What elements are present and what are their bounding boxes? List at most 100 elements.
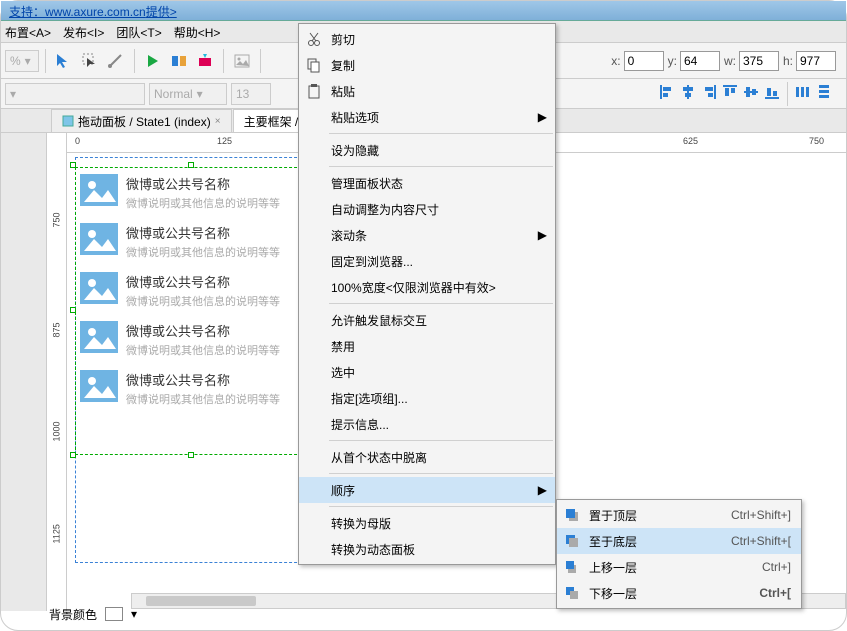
scrollbar-thumb[interactable] xyxy=(146,596,256,606)
ruler-tick: 0 xyxy=(75,136,80,146)
list-item[interactable]: 微博或公共号名称微博说明或其他信息的说明等等 xyxy=(76,364,306,413)
menu-item[interactable]: 粘贴选项▶ xyxy=(299,104,555,130)
align-left-icon[interactable] xyxy=(657,82,677,102)
distribute-h-icon[interactable] xyxy=(793,82,813,102)
menu-item-label: 转换为母版 xyxy=(331,515,391,532)
align-top-icon[interactable] xyxy=(720,82,740,102)
menu-item[interactable]: 复制 xyxy=(299,52,555,78)
thumbnail-icon xyxy=(80,321,118,353)
list-item[interactable]: 微博或公共号名称微博说明或其他信息的说明等等 xyxy=(76,315,306,364)
item-desc: 微博说明或其他信息的说明等等 xyxy=(126,244,280,260)
menu-item-label: 复制 xyxy=(331,57,355,74)
menu-team[interactable]: 团队<T> xyxy=(116,24,161,39)
menu-item[interactable]: 转换为母版 xyxy=(299,510,555,536)
ruler-tick: 625 xyxy=(683,136,698,146)
menu-item[interactable]: 允许触发鼠标交互 xyxy=(299,307,555,333)
connector-tool-icon[interactable] xyxy=(104,49,128,73)
menu-item[interactable]: 滚动条▶ xyxy=(299,222,555,248)
menu-separator xyxy=(329,166,553,167)
menu-item-label: 剪切 xyxy=(331,31,355,48)
menu-item[interactable]: 固定到浏览器... xyxy=(299,248,555,274)
menu-item[interactable]: 指定[选项组]... xyxy=(299,385,555,411)
menu-item-label: 转换为动态面板 xyxy=(331,541,415,558)
list-item[interactable]: 微博或公共号名称微博说明或其他信息的说明等等 xyxy=(76,266,306,315)
menu-item[interactable]: 粘贴 xyxy=(299,78,555,104)
menu-item[interactable]: 提示信息... xyxy=(299,411,555,437)
menu-publish[interactable]: 发布<I> xyxy=(63,24,104,39)
size-dropdown[interactable]: 13 xyxy=(231,83,271,105)
menu-item[interactable]: 从首个状态中脱离 xyxy=(299,444,555,470)
menu-item[interactable]: 剪切 xyxy=(299,26,555,52)
menu-item[interactable]: 顺序▶ xyxy=(299,477,555,503)
menu-item-label: 设为隐藏 xyxy=(331,142,379,159)
list-item[interactable]: 微博或公共号名称微博说明或其他信息的说明等等 xyxy=(76,217,306,266)
align-middle-icon[interactable] xyxy=(741,82,761,102)
selection-box[interactable]: 微博或公共号名称微博说明或其他信息的说明等等微博或公共号名称微博说明或其他信息的… xyxy=(75,167,307,455)
title-link[interactable]: www.axure.com.cn xyxy=(45,5,146,19)
h-label: h: xyxy=(783,54,793,68)
vertical-ruler: 75087510001125 xyxy=(47,133,67,611)
bgcolor-swatch[interactable] xyxy=(105,607,123,621)
menu-item[interactable]: 管理面板状态 xyxy=(299,170,555,196)
submenu-item[interactable]: 置于顶层Ctrl+Shift+] xyxy=(557,502,801,528)
h-input[interactable] xyxy=(796,51,836,71)
menu-item[interactable]: 设为隐藏 xyxy=(299,137,555,163)
select-tool-icon[interactable] xyxy=(52,49,76,73)
preview-icon[interactable] xyxy=(141,49,165,73)
close-icon[interactable]: × xyxy=(215,116,221,127)
order-submenu: 置于顶层Ctrl+Shift+]至于底层Ctrl+Shift+[上移一层Ctrl… xyxy=(556,499,802,609)
menu-help[interactable]: 帮助<H> xyxy=(174,24,221,39)
menu-item-label: 从首个状态中脱离 xyxy=(331,449,427,466)
share-icon[interactable] xyxy=(167,49,191,73)
submenu-arrow-icon: ▶ xyxy=(538,483,547,497)
w-input[interactable] xyxy=(739,51,779,71)
menu-item[interactable]: 自动调整为内容尺寸 xyxy=(299,196,555,222)
list-item[interactable]: 微博或公共号名称微博说明或其他信息的说明等等 xyxy=(76,168,306,217)
submenu-item[interactable]: 至于底层Ctrl+Shift+[ xyxy=(557,528,801,554)
copy-icon xyxy=(305,56,323,74)
font-dropdown[interactable]: ▾ xyxy=(5,83,145,105)
x-input[interactable] xyxy=(624,51,664,71)
menu-separator xyxy=(329,303,553,304)
menu-arrange[interactable]: 布置<A> xyxy=(5,24,51,39)
distribute-v-icon[interactable] xyxy=(814,82,834,102)
menu-item-label: 提示信息... xyxy=(331,416,389,433)
align-tools xyxy=(657,82,834,106)
select-contained-icon[interactable] xyxy=(78,49,102,73)
menu-item-label: 自动调整为内容尺寸 xyxy=(331,201,439,218)
menu-item[interactable]: 100%宽度<仅限浏览器中有效> xyxy=(299,274,555,300)
menu-item-label: 禁用 xyxy=(331,338,355,355)
submenu-arrow-icon: ▶ xyxy=(538,228,547,242)
menu-item[interactable]: 转换为动态面板 xyxy=(299,536,555,562)
submenu-item[interactable]: 下移一层Ctrl+[ xyxy=(557,580,801,606)
thumbnail-icon xyxy=(80,223,118,255)
style-dropdown[interactable]: Normal▾ xyxy=(149,83,227,105)
w-label: w: xyxy=(724,54,736,68)
image-icon[interactable] xyxy=(230,49,254,73)
align-right-icon[interactable] xyxy=(699,82,719,102)
menu-item-label: 管理面板状态 xyxy=(331,175,403,192)
submenu-item[interactable]: 上移一层Ctrl+] xyxy=(557,554,801,580)
ruler-tick: 1125 xyxy=(52,525,62,544)
paste-icon xyxy=(305,82,323,100)
zoom-dropdown[interactable]: %▾ xyxy=(5,50,39,72)
ruler-tick: 125 xyxy=(217,136,232,146)
context-menu: 剪切复制粘贴粘贴选项▶ 设为隐藏管理面板状态自动调整为内容尺寸滚动条▶固定到浏览器… xyxy=(298,23,556,565)
publish-icon[interactable] xyxy=(193,49,217,73)
y-input[interactable] xyxy=(680,51,720,71)
bottom-properties: 背景颜色 ▾ xyxy=(49,604,137,624)
menu-item[interactable]: 禁用 xyxy=(299,333,555,359)
item-desc: 微博说明或其他信息的说明等等 xyxy=(126,391,280,407)
title-prefix: 支持： xyxy=(9,5,45,19)
item-title: 微博或公共号名称 xyxy=(126,223,280,242)
menu-item[interactable]: 选中 xyxy=(299,359,555,385)
item-title: 微博或公共号名称 xyxy=(126,272,280,291)
tab-panel-state1[interactable]: 拖动面板 / State1 (index) × xyxy=(51,109,232,132)
thumbnail-icon xyxy=(80,174,118,206)
dropdown-arrow-icon[interactable]: ▾ xyxy=(131,607,137,621)
menu-item-label: 100%宽度<仅限浏览器中有效> xyxy=(331,279,496,296)
align-bottom-icon[interactable] xyxy=(762,82,782,102)
thumbnail-icon xyxy=(80,272,118,304)
align-center-h-icon[interactable] xyxy=(678,82,698,102)
ruler-tick: 750 xyxy=(809,136,824,146)
